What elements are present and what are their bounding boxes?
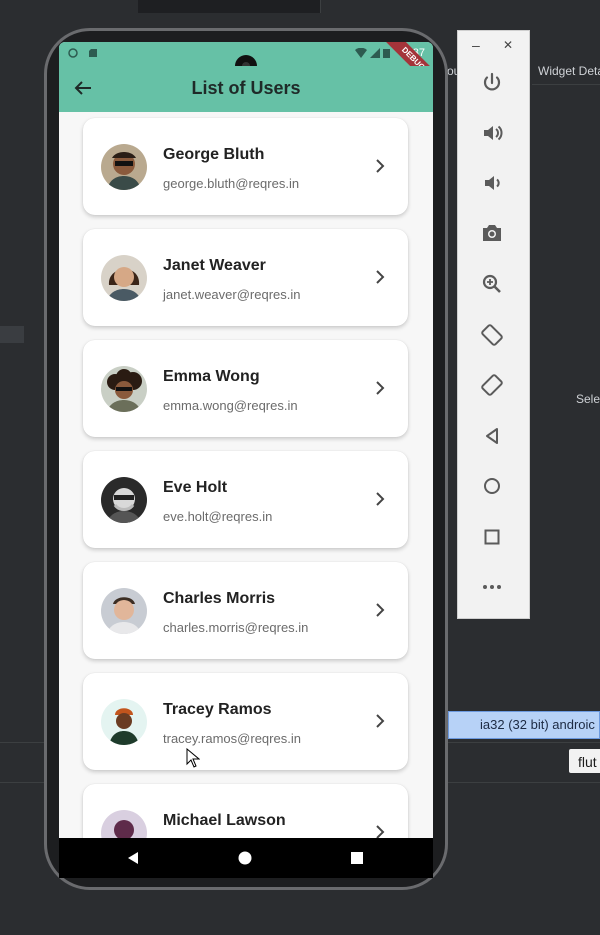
run-config-label: flut	[578, 754, 597, 770]
overview-button[interactable]	[475, 520, 509, 554]
rotate-right-button[interactable]	[475, 368, 509, 402]
user-email: emma.wong@reqres.in	[163, 398, 298, 413]
square-recents-icon	[351, 852, 363, 864]
home-button[interactable]	[475, 469, 509, 503]
zoom-icon	[482, 274, 501, 293]
avatar	[101, 699, 147, 745]
avatar	[101, 255, 147, 301]
device-selector-label: ia32 (32 bit) androic	[480, 717, 595, 732]
user-card[interactable]: Tracey Ramos tracey.ramos@reqres.in	[83, 673, 408, 770]
user-card[interactable]: Janet Weaver janet.weaver@reqres.in	[83, 229, 408, 326]
volume-up-button[interactable]	[475, 116, 509, 150]
chevron-right-icon	[376, 714, 385, 728]
minimize-button[interactable]: –	[472, 37, 480, 53]
chevron-right-icon	[376, 825, 385, 838]
user-email: tracey.ramos@reqres.in	[163, 731, 301, 746]
volume-up-icon	[484, 125, 503, 141]
notification-icon	[68, 48, 78, 58]
signal-icon	[370, 48, 380, 58]
select-widget-hint: Selec	[576, 392, 600, 406]
ide-selected-row[interactable]	[0, 326, 24, 343]
user-card[interactable]: Eve Holt eve.holt@reqres.in	[83, 451, 408, 548]
power-button[interactable]	[475, 66, 509, 100]
volume-down-icon	[485, 176, 500, 190]
volume-down-button[interactable]	[475, 166, 509, 200]
android-nav-bar	[59, 838, 433, 878]
user-name: Janet Weaver	[163, 257, 266, 274]
nav-home-button[interactable]	[233, 846, 257, 870]
user-email: eve.holt@reqres.in	[163, 509, 273, 524]
rotate-left-icon	[481, 324, 503, 346]
chevron-right-icon	[376, 270, 385, 284]
back-icon	[486, 428, 498, 444]
screenshot-button[interactable]	[475, 216, 509, 250]
battery-icon	[383, 49, 390, 58]
user-name: Michael Lawson	[163, 812, 286, 829]
user-card[interactable]: Charles Morris charles.morris@reqres.in	[83, 562, 408, 659]
home-icon	[484, 478, 500, 494]
user-name: Charles Morris	[163, 590, 276, 607]
more-icon	[483, 585, 501, 589]
user-email: janet.weaver@reqres.in	[163, 287, 301, 302]
more-button[interactable]	[475, 570, 509, 604]
rotate-right-icon	[481, 374, 503, 396]
overview-icon	[484, 529, 500, 545]
page-title: List of Users	[191, 78, 301, 98]
phone-screen: 9:37 DEBUG List of Users George Bluth ge…	[59, 42, 433, 838]
user-name: Eve Holt	[163, 479, 228, 496]
nav-recents-button[interactable]	[345, 846, 369, 870]
nav-back-button[interactable]	[121, 846, 145, 870]
ide-editor-tab[interactable]	[138, 0, 321, 13]
avatar	[101, 366, 147, 412]
chevron-right-icon	[376, 381, 385, 395]
back-button[interactable]	[475, 419, 509, 453]
avatar	[101, 477, 147, 523]
user-card[interactable]: Emma Wong emma.wong@reqres.in	[83, 340, 408, 437]
wifi-icon	[355, 48, 367, 58]
triangle-back-icon	[128, 852, 138, 864]
sd-card-icon	[89, 49, 97, 57]
mouse-cursor-icon	[186, 748, 200, 768]
user-email: george.bluth@reqres.in	[163, 176, 300, 191]
user-name: Tracey Ramos	[163, 701, 272, 718]
zoom-button[interactable]	[475, 267, 509, 301]
user-name: George Bluth	[163, 146, 265, 163]
close-button[interactable]: ✕	[503, 38, 513, 52]
avatar	[101, 810, 147, 838]
camera-icon	[483, 225, 501, 241]
avatar	[101, 588, 147, 634]
rotate-left-button[interactable]	[475, 318, 509, 352]
chevron-right-icon	[376, 159, 385, 173]
circle-home-icon	[238, 851, 252, 865]
user-card[interactable]: George Bluth george.bluth@reqres.in	[83, 118, 408, 215]
avatar	[101, 144, 147, 190]
user-name: Emma Wong	[163, 368, 260, 385]
user-email: charles.morris@reqres.in	[163, 620, 309, 635]
user-card[interactable]: Michael Lawson	[83, 784, 408, 838]
power-icon	[483, 72, 501, 91]
chevron-right-icon	[376, 603, 385, 617]
widget-details-tab[interactable]: Widget Deta	[538, 64, 600, 78]
chevron-right-icon	[376, 492, 385, 506]
